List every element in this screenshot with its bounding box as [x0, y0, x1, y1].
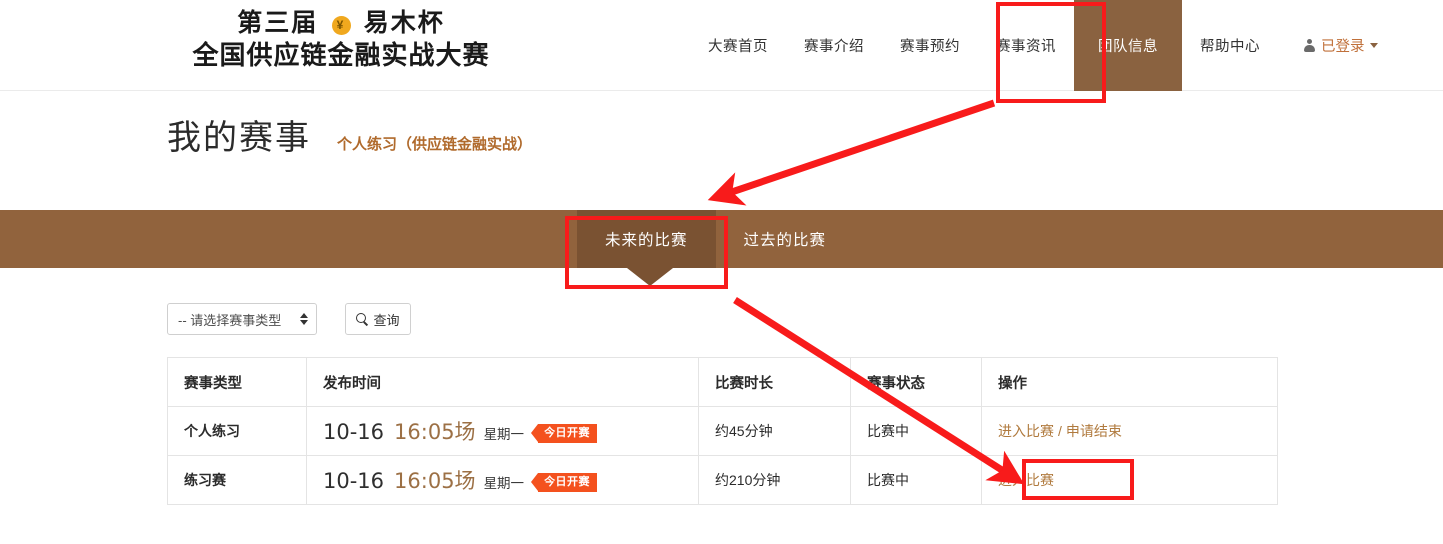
page-root: 第三届 ¥ 易木杯 全国供应链金融实战大赛 大赛首页 赛事介绍 赛事预约 赛事资… — [0, 0, 1443, 544]
annotation-arrows — [707, 99, 1025, 485]
